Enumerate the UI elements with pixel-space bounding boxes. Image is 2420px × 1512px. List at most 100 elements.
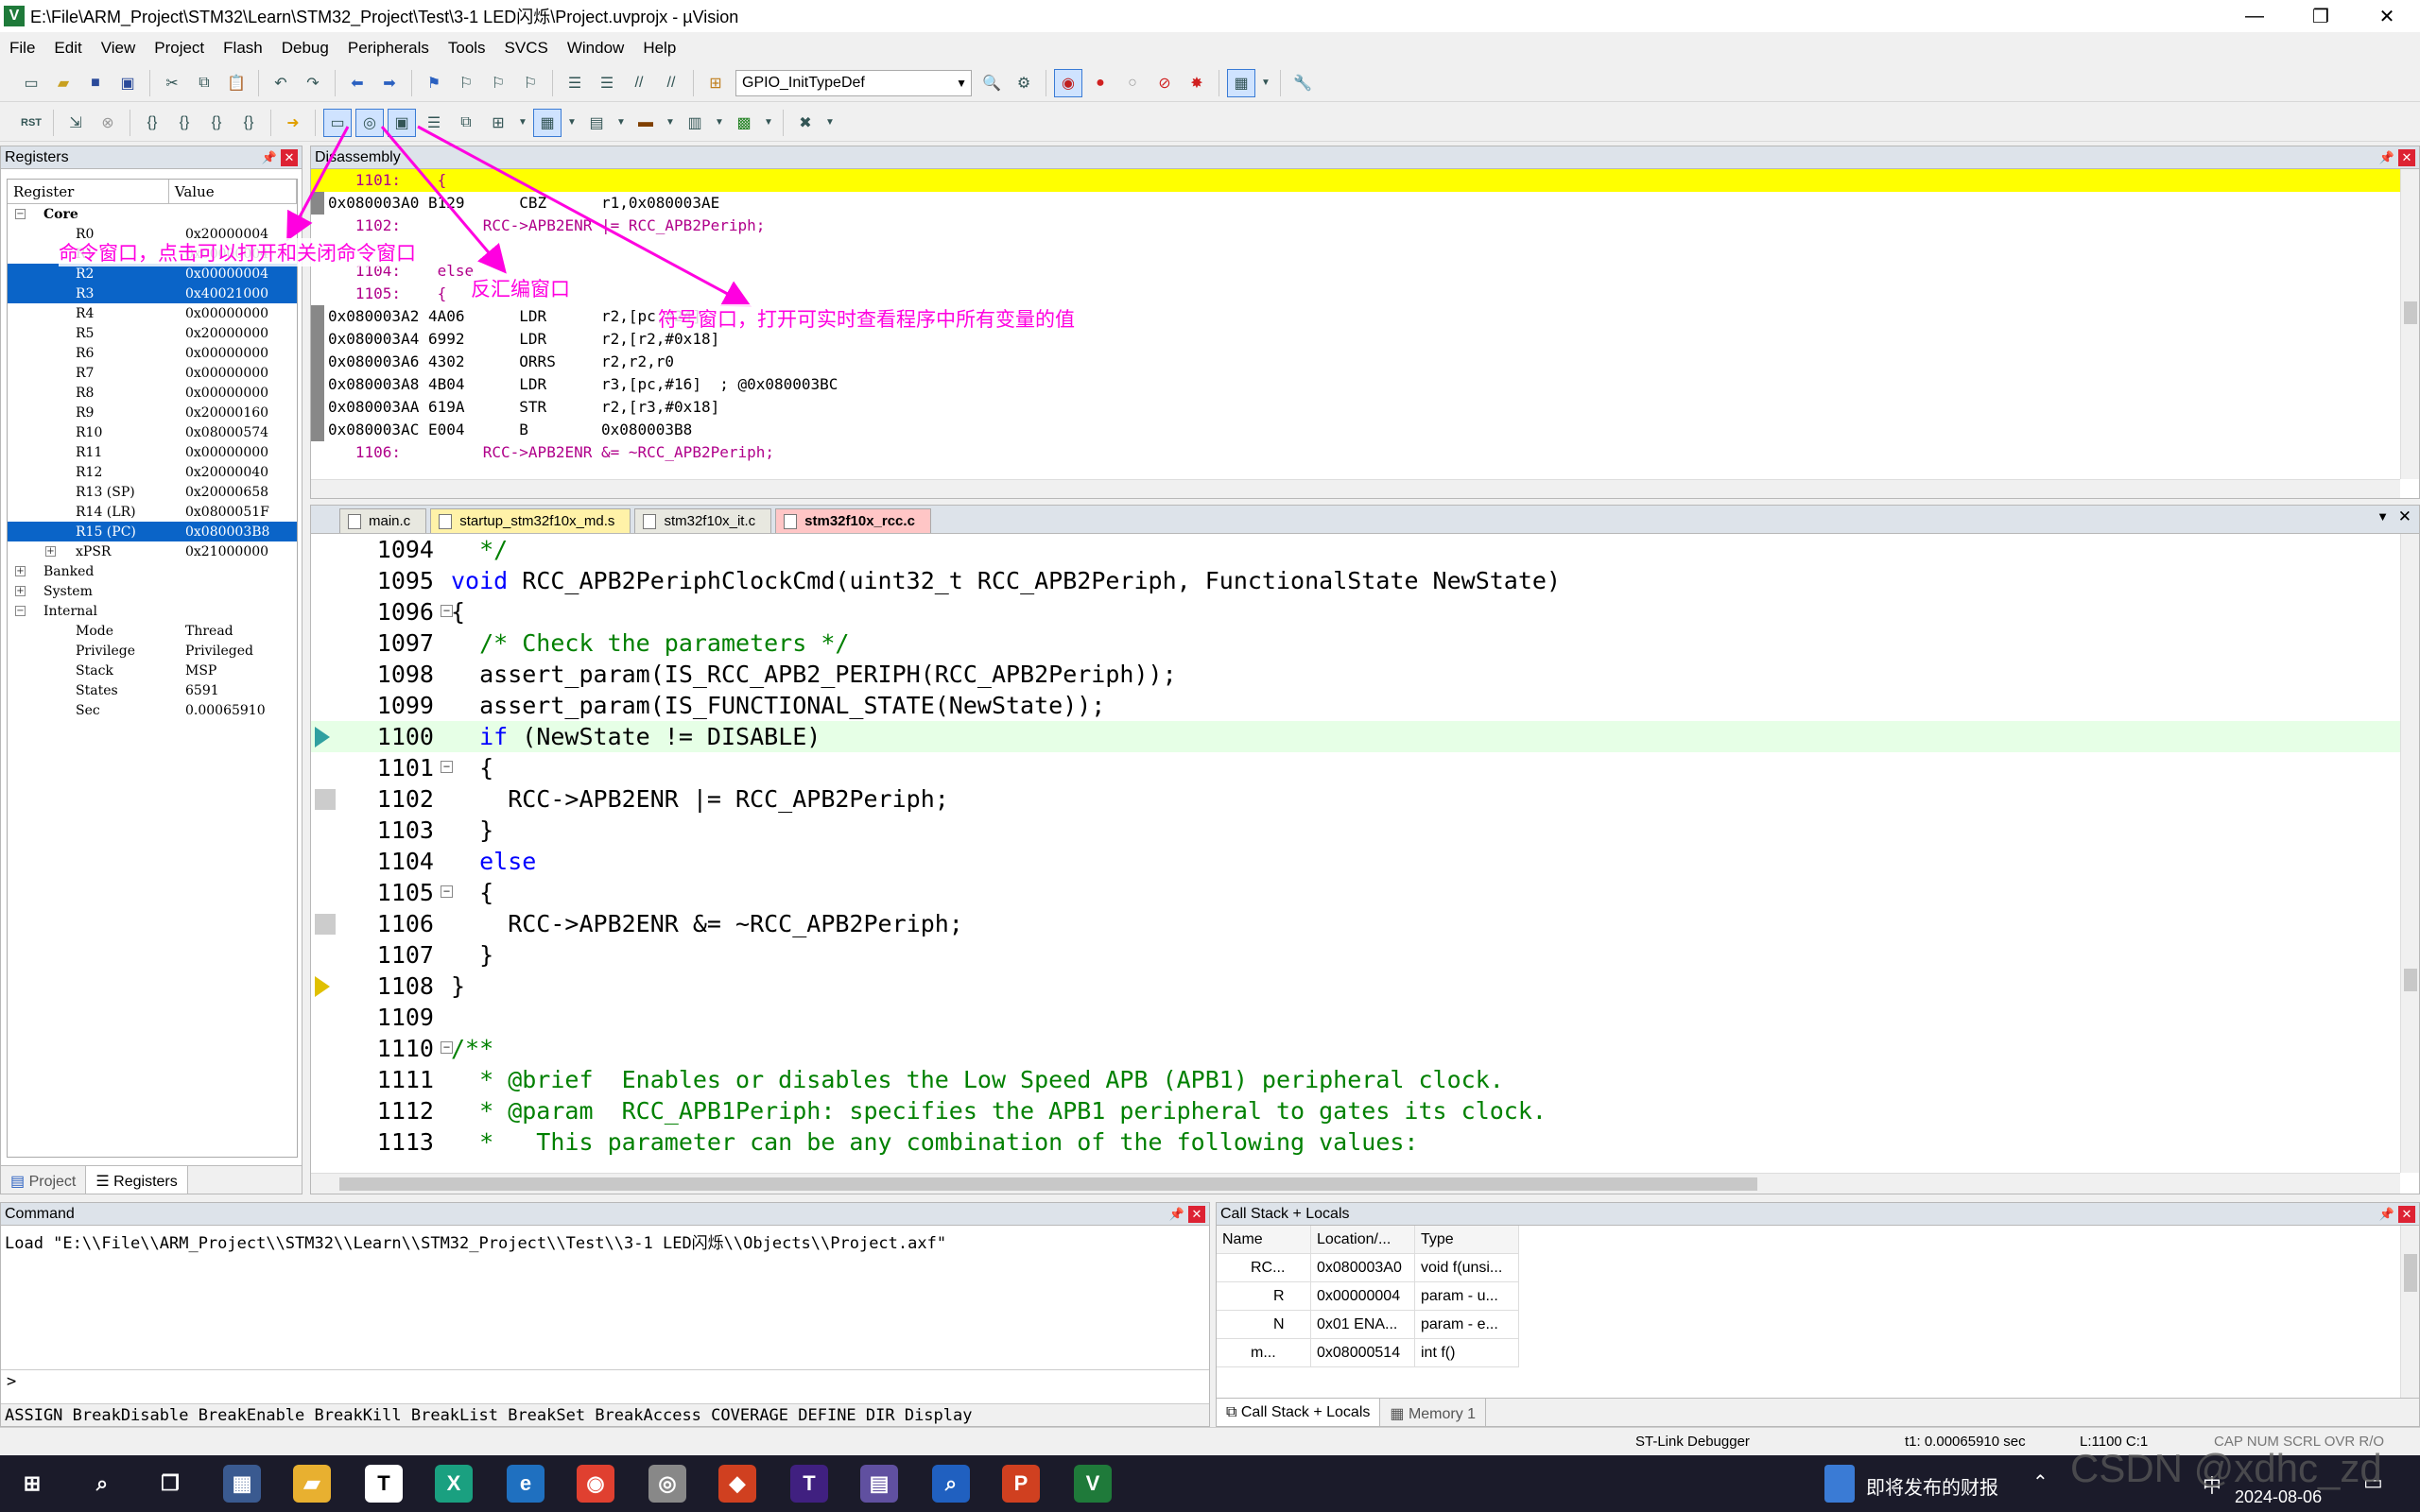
memory-window-icon[interactable]: ▦: [533, 108, 562, 137]
register-value[interactable]: 0x00000004: [185, 266, 268, 282]
command-window-icon[interactable]: ▭: [323, 108, 352, 137]
chevron-down-icon[interactable]: ▼: [956, 77, 967, 90]
analysis-window-icon[interactable]: ▬: [631, 109, 660, 137]
execution-coverage-marker[interactable]: [311, 351, 324, 373]
open-folder-icon[interactable]: ▰: [49, 69, 78, 97]
app-icon[interactable]: ◎: [648, 1465, 686, 1503]
code-line[interactable]: 1101− {: [311, 752, 2400, 783]
typora-icon[interactable]: T: [365, 1465, 403, 1503]
enable-breakpoint-icon[interactable]: ○: [1118, 69, 1147, 97]
code-line[interactable]: 1104 else: [311, 846, 2400, 877]
close-icon[interactable]: ✕: [2398, 507, 2411, 526]
register-value[interactable]: 0x00000000: [185, 366, 268, 381]
register-row[interactable]: R15 (PC) 0x080003B8: [8, 522, 297, 541]
disassembly-instruction-line[interactable]: 0x080003AC E004 B 0x080003B8: [311, 419, 2400, 441]
toolbox-icon[interactable]: ✖: [791, 109, 820, 137]
register-row[interactable]: + xPSR 0x21000000: [8, 541, 297, 561]
register-row[interactable]: R3 0x40021000: [8, 284, 297, 303]
chevron-down-icon[interactable]: ▼: [664, 109, 677, 137]
clear-bookmarks-icon[interactable]: ⚐: [516, 69, 544, 97]
register-row[interactable]: R14 (LR) 0x0800051F: [8, 502, 297, 522]
disassembly-window-icon[interactable]: ◎: [355, 108, 384, 137]
scrollbar-thumb[interactable]: [2404, 301, 2417, 324]
disassembly-horizontal-scrollbar[interactable]: [311, 479, 2400, 498]
register-row[interactable]: R7 0x00000000: [8, 363, 297, 383]
close-icon[interactable]: ✕: [2398, 1206, 2415, 1223]
menu-file[interactable]: File: [0, 39, 44, 58]
editor-vertical-scrollbar[interactable]: [2400, 534, 2419, 1173]
navigate-back-icon[interactable]: ⬅: [343, 69, 372, 97]
tab-list-icon[interactable]: ▼: [2377, 509, 2389, 524]
disassembly-instruction-line[interactable]: [311, 237, 2400, 260]
tab-memory[interactable]: ▦ Memory 1: [1380, 1399, 1487, 1426]
internal-row[interactable]: Mode Thread: [8, 621, 297, 641]
callstack-row[interactable]: RC... 0x080003A0 void f(unsi...: [1217, 1254, 1519, 1282]
internal-row[interactable]: Stack MSP: [8, 661, 297, 680]
disassembly-instruction-line[interactable]: 0x080003A0 B129 CBZ r1,0x080003AE: [311, 192, 2400, 215]
internal-row[interactable]: States 6591: [8, 680, 297, 700]
execution-coverage-marker[interactable]: [311, 192, 324, 215]
chrome-icon[interactable]: ◉: [577, 1465, 614, 1503]
register-value[interactable]: 0x21000000: [185, 544, 268, 559]
chevron-down-icon[interactable]: ▼: [1259, 69, 1272, 97]
menu-flash[interactable]: Flash: [214, 39, 272, 58]
register-value[interactable]: 0x20000160: [185, 405, 268, 421]
expand-icon[interactable]: +: [15, 586, 26, 596]
register-value[interactable]: 0x00000000: [185, 445, 268, 460]
code-line[interactable]: 1098 assert_param(IS_RCC_APB2_PERIPH(RCC…: [311, 659, 2400, 690]
scrollbar-thumb[interactable]: [339, 1177, 1757, 1191]
tab-registers[interactable]: ☰ Registers: [86, 1166, 188, 1194]
disassembly-source-line[interactable]: 1102: RCC->APB2ENR |= RCC_APB2Periph;: [311, 215, 2400, 237]
save-all-icon[interactable]: ▣: [113, 69, 142, 97]
tab-it-c[interactable]: stm32f10x_it.c: [634, 508, 772, 533]
reset-icon[interactable]: RST: [17, 109, 45, 137]
app-icon[interactable]: ◆: [718, 1465, 756, 1503]
app-icon[interactable]: ▤: [860, 1465, 898, 1503]
news-icon[interactable]: [1824, 1465, 1855, 1503]
expand-icon[interactable]: +: [45, 546, 56, 557]
execution-coverage-marker[interactable]: [311, 373, 324, 396]
disassembly-source-line[interactable]: 1101: {: [311, 169, 2400, 192]
register-value[interactable]: 0x00000000: [185, 306, 268, 321]
copy-icon[interactable]: ⧉: [190, 69, 218, 97]
disassembly-instruction-line[interactable]: 0x080003A2 4A06 LDR r2,[pc,#24]: [311, 305, 2400, 328]
indent-icon[interactable]: ☰: [561, 69, 589, 97]
value-column-header[interactable]: Value: [169, 180, 297, 203]
register-row[interactable]: R10 0x08000574: [8, 422, 297, 442]
bookmark-icon[interactable]: ⚑: [420, 69, 448, 97]
incremental-find-icon[interactable]: ⚙: [1010, 69, 1038, 97]
disable-breakpoints-icon[interactable]: ⊘: [1150, 69, 1179, 97]
code-editor[interactable]: 1094 */1095 void RCC_APB2PeriphClockCmd(u…: [311, 534, 2400, 1173]
stop-icon[interactable]: ⊗: [94, 109, 122, 137]
chevron-down-icon[interactable]: ▼: [713, 109, 726, 137]
register-value[interactable]: 0x40021000: [185, 286, 268, 301]
register-group[interactable]: + Banked: [8, 561, 297, 581]
code-line[interactable]: 1096−{: [311, 596, 2400, 627]
close-icon[interactable]: ✕: [1188, 1206, 1205, 1223]
close-icon[interactable]: ✕: [281, 149, 298, 166]
code-line[interactable]: 1095 void RCC_APB2PeriphClockCmd(uint32_t…: [311, 565, 2400, 596]
callstack-row[interactable]: m... 0x08000514 int f(): [1217, 1339, 1519, 1367]
location-column-header[interactable]: Location/...: [1311, 1226, 1415, 1253]
navigate-forward-icon[interactable]: ➡: [375, 69, 404, 97]
close-button[interactable]: ✕: [2354, 0, 2420, 32]
register-column-header[interactable]: Register: [8, 180, 169, 203]
configure-icon[interactable]: 🔧: [1288, 69, 1317, 97]
disassembly-instruction-line[interactable]: 0x080003A8 4B04 LDR r3,[pc,#16] ; @0x080…: [311, 373, 2400, 396]
powerpoint-icon[interactable]: P: [1002, 1465, 1040, 1503]
register-value[interactable]: 0x080003B8: [185, 524, 269, 540]
find-in-files-icon[interactable]: ⊞: [701, 69, 730, 97]
menu-debug[interactable]: Debug: [272, 39, 338, 58]
disassembly-listing[interactable]: 1101: {0x080003A0 B129 CBZ r1,0x080003AE…: [311, 169, 2400, 479]
windows-start-icon[interactable]: ⊞: [13, 1465, 51, 1503]
news-label[interactable]: 即将发布的财报: [1866, 1472, 1998, 1500]
file-explorer-icon[interactable]: ▰: [293, 1465, 331, 1503]
chevron-down-icon[interactable]: ▼: [565, 109, 579, 137]
tab-project[interactable]: ▤ Project: [1, 1166, 87, 1194]
step-over-icon[interactable]: {}: [170, 109, 199, 137]
disassembly-source-line[interactable]: 1106: RCC->APB2ENR &= ~RCC_APB2Periph;: [311, 441, 2400, 464]
minimize-button[interactable]: —: [2221, 0, 2288, 32]
disassembly-source-line[interactable]: 1104: else: [311, 260, 2400, 283]
register-value[interactable]: 0x0800051F: [185, 505, 269, 520]
register-group[interactable]: − Internal: [8, 601, 297, 621]
